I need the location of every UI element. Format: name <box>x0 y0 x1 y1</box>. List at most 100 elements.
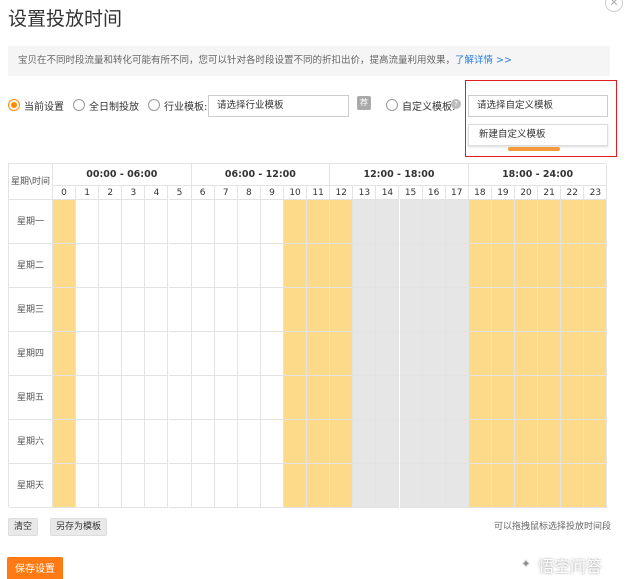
time-slot-cell[interactable] <box>260 244 284 288</box>
time-slot-cell[interactable] <box>561 376 585 420</box>
time-slot-cell[interactable] <box>122 244 146 288</box>
time-slot-cell[interactable] <box>353 332 377 376</box>
time-slot-cell[interactable] <box>307 200 331 244</box>
time-slot-cell[interactable] <box>445 464 469 508</box>
time-slot-cell[interactable] <box>330 200 354 244</box>
time-slot-cell[interactable] <box>468 464 492 508</box>
time-slot-cell[interactable] <box>376 420 400 464</box>
time-slot-cell[interactable] <box>76 200 100 244</box>
time-slot-cell[interactable] <box>376 376 400 420</box>
time-slot-cell[interactable] <box>76 288 100 332</box>
time-slot-cell[interactable] <box>538 464 562 508</box>
time-slot-cell[interactable] <box>538 288 562 332</box>
time-slot-cell[interactable] <box>122 288 146 332</box>
time-slot-cell[interactable] <box>260 420 284 464</box>
time-slot-cell[interactable] <box>122 200 146 244</box>
time-slot-cell[interactable] <box>145 244 169 288</box>
save-settings-button[interactable]: 保存设置 <box>7 557 63 579</box>
time-slot-cell[interactable] <box>260 332 284 376</box>
time-slot-cell[interactable] <box>491 200 515 244</box>
time-slot-cell[interactable] <box>399 464 423 508</box>
time-slot-cell[interactable] <box>168 200 192 244</box>
time-slot-cell[interactable] <box>538 332 562 376</box>
time-slot-cell[interactable] <box>515 332 539 376</box>
time-slot-cell[interactable] <box>491 464 515 508</box>
clear-button[interactable]: 清空 <box>8 518 38 536</box>
time-slot-cell[interactable] <box>376 332 400 376</box>
time-slot-cell[interactable] <box>145 332 169 376</box>
radio-custom-icon[interactable] <box>386 99 398 111</box>
time-slot-cell[interactable] <box>468 332 492 376</box>
time-slot-cell[interactable] <box>53 288 77 332</box>
time-slot-cell[interactable] <box>191 464 215 508</box>
time-slot-cell[interactable] <box>307 244 331 288</box>
time-slot-cell[interactable] <box>399 376 423 420</box>
time-slot-cell[interactable] <box>284 200 308 244</box>
time-slot-cell[interactable] <box>307 376 331 420</box>
time-slot-cell[interactable] <box>491 376 515 420</box>
save-template-button[interactable]: 另存为模板 <box>50 518 107 536</box>
time-slot-cell[interactable] <box>445 244 469 288</box>
time-slot-cell[interactable] <box>99 464 123 508</box>
learn-more-link[interactable]: 了解详情 >> <box>455 55 512 66</box>
time-slot-cell[interactable] <box>538 200 562 244</box>
time-slot-cell[interactable] <box>76 244 100 288</box>
time-slot-cell[interactable] <box>237 244 261 288</box>
time-slot-cell[interactable] <box>214 332 238 376</box>
time-slot-cell[interactable] <box>53 464 77 508</box>
time-slot-cell[interactable] <box>353 244 377 288</box>
time-slot-cell[interactable] <box>515 244 539 288</box>
time-slot-cell[interactable] <box>468 376 492 420</box>
time-slot-cell[interactable] <box>260 200 284 244</box>
time-slot-cell[interactable] <box>353 420 377 464</box>
time-slot-cell[interactable] <box>284 288 308 332</box>
time-slot-cell[interactable] <box>99 420 123 464</box>
time-slot-cell[interactable] <box>399 288 423 332</box>
time-slot-cell[interactable] <box>99 288 123 332</box>
time-slot-cell[interactable] <box>422 376 446 420</box>
time-slot-cell[interactable] <box>376 200 400 244</box>
time-slot-cell[interactable] <box>584 464 608 508</box>
time-slot-cell[interactable] <box>538 244 562 288</box>
time-slot-cell[interactable] <box>422 420 446 464</box>
time-slot-cell[interactable] <box>284 464 308 508</box>
time-slot-cell[interactable] <box>445 420 469 464</box>
radio-current-setting[interactable]: 当前设置 <box>8 96 64 114</box>
time-slot-cell[interactable] <box>168 288 192 332</box>
radio-all-day[interactable]: 全日制投放 <box>73 96 139 114</box>
time-slot-cell[interactable] <box>76 376 100 420</box>
time-slot-cell[interactable] <box>168 376 192 420</box>
time-slot-cell[interactable] <box>330 464 354 508</box>
radio-industry-template[interactable]: 行业模板: <box>148 96 207 114</box>
time-slot-cell[interactable] <box>353 464 377 508</box>
time-slot-cell[interactable] <box>399 244 423 288</box>
time-slot-cell[interactable] <box>515 376 539 420</box>
time-slot-cell[interactable] <box>260 464 284 508</box>
time-slot-cell[interactable] <box>353 376 377 420</box>
time-slot-cell[interactable] <box>468 420 492 464</box>
time-slot-cell[interactable] <box>53 376 77 420</box>
time-slot-cell[interactable] <box>237 464 261 508</box>
time-slot-cell[interactable] <box>584 376 608 420</box>
recommend-icon[interactable]: 荐 <box>357 96 371 110</box>
time-slot-cell[interactable] <box>76 420 100 464</box>
time-slot-cell[interactable] <box>284 244 308 288</box>
time-slot-cell[interactable] <box>584 420 608 464</box>
time-slot-cell[interactable] <box>284 376 308 420</box>
time-slot-cell[interactable] <box>284 332 308 376</box>
time-slot-cell[interactable] <box>53 420 77 464</box>
time-slot-cell[interactable] <box>145 376 169 420</box>
time-slot-cell[interactable] <box>376 244 400 288</box>
time-slot-cell[interactable] <box>237 420 261 464</box>
new-custom-template-item[interactable]: 新建自定义模板 <box>468 124 608 146</box>
time-slot-cell[interactable] <box>307 420 331 464</box>
time-slot-cell[interactable] <box>584 244 608 288</box>
time-slot-cell[interactable] <box>191 200 215 244</box>
time-slot-cell[interactable] <box>237 200 261 244</box>
time-slot-cell[interactable] <box>168 420 192 464</box>
time-slot-cell[interactable] <box>515 464 539 508</box>
time-slot-cell[interactable] <box>422 288 446 332</box>
time-slot-cell[interactable] <box>445 200 469 244</box>
time-slot-cell[interactable] <box>214 288 238 332</box>
time-slot-cell[interactable] <box>122 332 146 376</box>
